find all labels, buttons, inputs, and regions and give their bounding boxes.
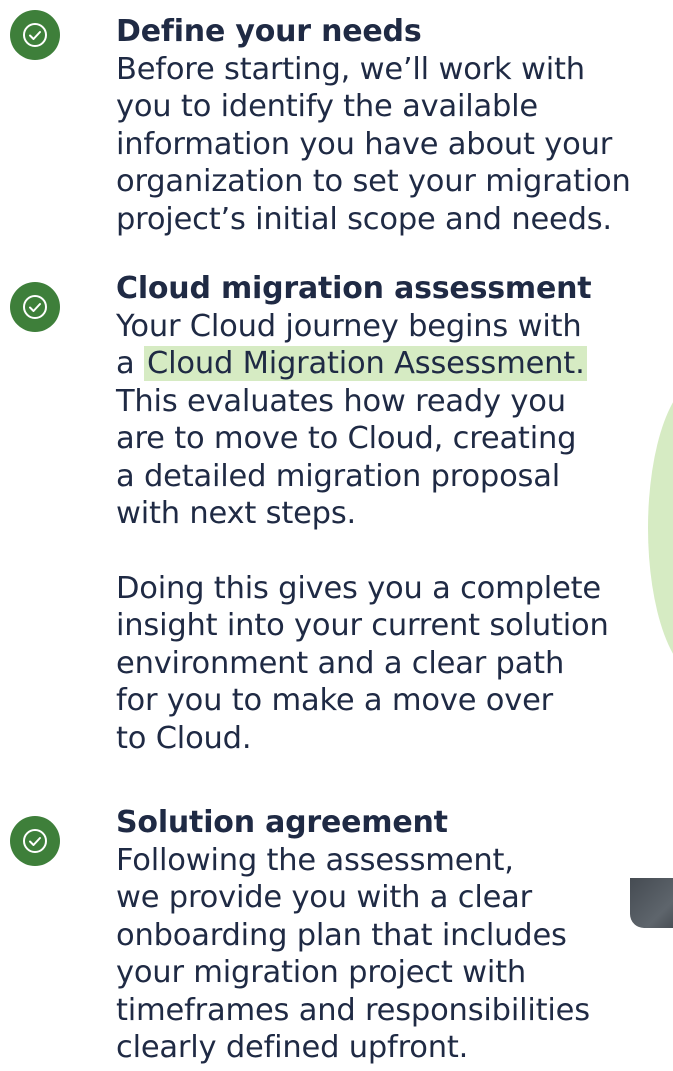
text-line: we provide you with a clear — [116, 880, 533, 915]
step-title: Cloud migration assessment — [116, 271, 592, 306]
page: Define your needs Before starting, we’ll… — [0, 0, 673, 1071]
text-line: Your Cloud journey begins with — [116, 308, 582, 344]
text-line: clearly defined upfront. — [116, 1030, 469, 1065]
text-line: project’s initial scope and needs. — [116, 201, 612, 237]
step-description-2: Doing this gives you a complete insight … — [116, 570, 673, 758]
step-description: Your Cloud journey begins with a Cloud M… — [116, 308, 673, 533]
text-line: Doing this gives you a complete — [116, 570, 601, 606]
text-line: information you have about your — [116, 126, 613, 162]
text-line: for you to make a move over — [116, 683, 553, 718]
cloud-migration-assessment-link[interactable]: Cloud Migration Assessment. — [144, 346, 587, 381]
step-title: Solution agreement — [116, 805, 448, 840]
text-line: a detailed migration proposal — [116, 458, 560, 494]
text-line: timeframes and responsibilities — [116, 992, 590, 1028]
text-line: This evaluates how ready you — [116, 383, 566, 419]
text-line: are to move to Cloud, creating — [116, 421, 577, 456]
check-circle-icon — [10, 816, 60, 866]
text-line: Following the assessment, — [116, 842, 514, 878]
text-line: a Cloud Migration Assessment. — [116, 345, 673, 383]
text-line: Before starting, we’ll work with — [116, 51, 585, 87]
step-description: Following the assessment, we provide you… — [116, 842, 673, 1067]
step-content: Solution agreement Following the assessm… — [116, 804, 673, 1067]
text-line: you to identify the available — [116, 89, 538, 124]
text-line: onboarding plan that includes — [116, 917, 567, 953]
step-content: Cloud migration assessment Your Cloud jo… — [116, 270, 673, 757]
text-prefix: a — [116, 346, 135, 381]
text-line: your migration project with — [116, 955, 527, 990]
text-line: organization to set your migration — [116, 164, 631, 199]
step-title: Define your needs — [116, 14, 422, 49]
text-line: with next steps. — [116, 496, 357, 531]
check-circle-icon — [10, 10, 60, 60]
text-line: insight into your current solution — [116, 608, 609, 643]
check-circle-icon — [10, 282, 60, 332]
step-content: Define your needs Before starting, we’ll… — [116, 13, 673, 238]
text-line: to Cloud. — [116, 720, 252, 756]
text-line: environment and a clear path — [116, 645, 565, 681]
step-description: Before starting, we’ll work with you to … — [116, 51, 673, 239]
